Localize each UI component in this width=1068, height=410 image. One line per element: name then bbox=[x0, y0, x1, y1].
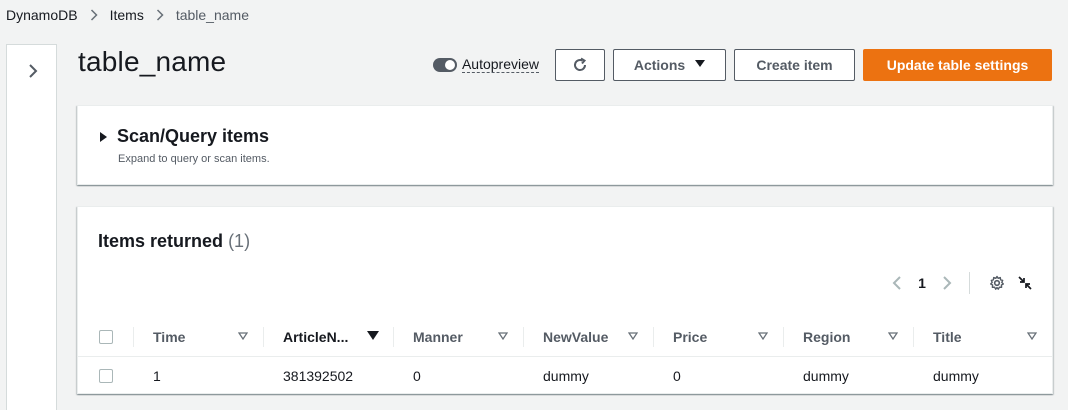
collapse-view-button[interactable] bbox=[1014, 272, 1036, 294]
items-returned-label: Items returned bbox=[98, 231, 224, 251]
page-title: table_name bbox=[78, 46, 227, 77]
row-checkbox-cell bbox=[78, 369, 133, 383]
next-page-button[interactable] bbox=[937, 273, 957, 293]
column-label: ArticleN... bbox=[283, 328, 349, 345]
update-table-settings-button[interactable]: Update table settings bbox=[863, 49, 1052, 81]
column-label: Manner bbox=[413, 328, 463, 345]
pager-divider bbox=[969, 272, 970, 294]
items-table: Time ArticleN... Manner NewValue Price R… bbox=[78, 317, 1052, 395]
column-header-price[interactable]: Price bbox=[653, 317, 783, 357]
sort-caret-icon[interactable] bbox=[1026, 330, 1038, 342]
scan-query-expander[interactable]: Scan/Query items bbox=[100, 126, 269, 147]
autopreview-label: Autopreview bbox=[461, 56, 539, 73]
tables-side-panel bbox=[6, 44, 57, 410]
table-header-row: Time ArticleN... Manner NewValue Price R… bbox=[78, 317, 1052, 357]
column-header-manner[interactable]: Manner bbox=[393, 317, 523, 357]
page-number[interactable]: 1 bbox=[915, 275, 929, 291]
breadcrumb: DynamoDB Items table_name bbox=[6, 6, 249, 24]
sort-caret-icon[interactable] bbox=[497, 330, 509, 342]
shrink-icon bbox=[1018, 276, 1032, 290]
chevron-right-icon bbox=[943, 276, 952, 290]
cell-price: 0 bbox=[673, 368, 681, 384]
autopreview-toggle[interactable]: Autopreview bbox=[432, 56, 539, 73]
column-header-articlen[interactable]: ArticleN... bbox=[263, 317, 393, 357]
column-header-region[interactable]: Region bbox=[783, 317, 913, 357]
sort-caret-icon[interactable] bbox=[627, 330, 639, 342]
actions-label: Actions bbox=[633, 57, 686, 73]
toggle-switch[interactable] bbox=[432, 58, 457, 72]
column-label: Region bbox=[803, 328, 851, 345]
row-select-checkbox[interactable] bbox=[98, 369, 113, 383]
header-toolbar: Autopreview Actions Create item Update t… bbox=[432, 49, 1052, 81]
create-item-button[interactable]: Create item bbox=[734, 49, 855, 81]
chevron-right-icon bbox=[29, 64, 38, 78]
breadcrumb-current-table: table_name bbox=[175, 7, 249, 23]
cell-title: dummy bbox=[933, 368, 979, 384]
actions-dropdown-button[interactable]: Actions bbox=[613, 49, 726, 81]
chevron-left-icon bbox=[892, 276, 901, 290]
column-header-title[interactable]: Title bbox=[913, 317, 1052, 357]
sort-caret-icon[interactable] bbox=[757, 330, 769, 342]
refresh-icon bbox=[574, 57, 587, 71]
column-label: Time bbox=[153, 328, 186, 345]
caret-down-icon bbox=[695, 59, 706, 71]
cell-articlen[interactable]: 381392502 bbox=[263, 368, 393, 384]
chevron-right-icon bbox=[156, 9, 164, 21]
breadcrumb-items[interactable]: Items bbox=[110, 7, 144, 23]
chevron-right-icon bbox=[90, 9, 98, 21]
breadcrumb-dynamodb[interactable]: DynamoDB bbox=[6, 7, 78, 23]
column-header-time[interactable]: Time bbox=[133, 317, 263, 357]
refresh-button[interactable] bbox=[555, 49, 605, 81]
previous-page-button[interactable] bbox=[887, 273, 907, 293]
items-count: (1) bbox=[228, 231, 251, 251]
items-returned-panel: Items returned (1) 1 Time ArticleN... Ma… bbox=[77, 206, 1053, 394]
table-settings-button[interactable] bbox=[986, 272, 1008, 294]
scan-query-description: Expand to query or scan items. bbox=[118, 153, 270, 165]
items-returned-title: Items returned (1) bbox=[98, 231, 250, 252]
sort-caret-icon[interactable] bbox=[887, 330, 899, 342]
column-label: Price bbox=[673, 328, 708, 345]
side-panel-toggle[interactable] bbox=[23, 61, 43, 81]
cell-time: 1 bbox=[153, 368, 161, 384]
select-all-checkbox[interactable] bbox=[98, 329, 113, 344]
gear-icon bbox=[990, 275, 1004, 290]
pagination: 1 bbox=[887, 272, 1036, 294]
cell-region: dummy bbox=[803, 368, 849, 384]
scan-query-title: Scan/Query items bbox=[117, 126, 270, 146]
column-header-newvalue[interactable]: NewValue bbox=[523, 317, 653, 357]
column-label: Title bbox=[933, 328, 962, 345]
header-checkbox-cell bbox=[78, 329, 133, 344]
scan-query-panel: Scan/Query items Expand to query or scan… bbox=[77, 105, 1053, 185]
cell-manner: 0 bbox=[413, 368, 421, 384]
sort-caret-icon[interactable] bbox=[237, 330, 249, 342]
caret-right-icon bbox=[100, 131, 107, 142]
table-row[interactable]: 1 381392502 0 dummy 0 dummy dummy bbox=[78, 357, 1052, 395]
column-label: NewValue bbox=[543, 328, 609, 345]
cell-newvalue: dummy bbox=[543, 368, 589, 384]
sort-caret-icon[interactable] bbox=[367, 330, 379, 342]
